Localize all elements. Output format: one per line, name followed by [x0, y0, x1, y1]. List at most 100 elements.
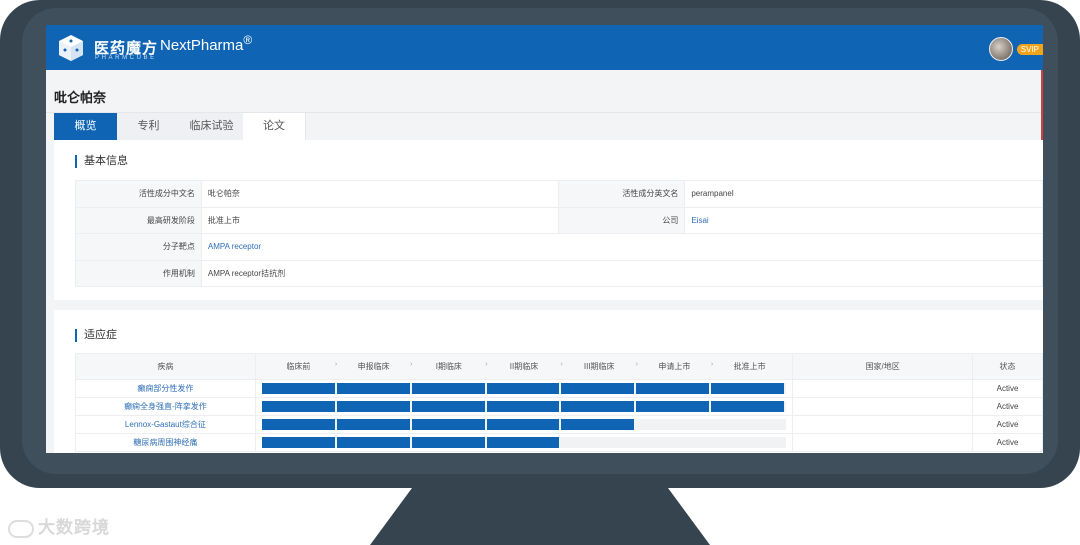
progress-cell [254, 397, 794, 416]
column-header-region: 国家/地区 [792, 353, 974, 380]
table-row: 作用机制 AMPA receptor拮抗剂 [75, 259, 1043, 287]
disease-link[interactable]: 糖尿病周围神经痛 [75, 433, 256, 452]
disease-link[interactable]: 癫痫部分性发作 [75, 379, 256, 398]
basic-info-panel: 基本信息 活性成分中文名 吡仑帕奈 活性成分英文名 perampanel 最高研… [54, 140, 1043, 300]
table-row: 癫痫部分性发作 Active [75, 379, 1043, 398]
stage-label: I期临床 [435, 362, 462, 371]
section-title-indications: 适应症 [75, 329, 117, 342]
progress-segment [336, 401, 410, 412]
column-header-stages: 临床前 › 申报临床 › I期临床 › II期临床 › III期临床 › 申请上市 › 批准… [254, 353, 794, 380]
progress-segment [336, 419, 410, 430]
watermark-logo-icon [8, 519, 34, 538]
table-row: 最高研发阶段 批准上市 公司 Eisai [75, 206, 1043, 234]
section-title-basic-info: 基本信息 [75, 155, 128, 168]
table-row: 癫痫全身强直-阵挛发作 Active [75, 397, 1043, 416]
indications-panel: 适应症 疾病 临床前 › 申报临床 › I期临床 › II期临床 › III期临床 › 申… [54, 310, 1043, 453]
title-row [46, 70, 1043, 113]
svip-badge: SVIP [1016, 44, 1043, 55]
progress-segment [261, 437, 335, 448]
progress-segment [636, 383, 710, 394]
progress-segment [486, 437, 560, 448]
field-label: 分子靶点 [75, 233, 202, 261]
table-row: Lennox-Gastaut综合征 Active [75, 415, 1043, 434]
progress-segment [411, 419, 485, 430]
region-cell [792, 415, 974, 434]
column-header-status: 状态 [972, 353, 1043, 380]
progress-segment [711, 401, 785, 412]
brand-name-en-text: NextPharma [160, 37, 244, 54]
progress-bar [261, 437, 787, 448]
field-value: 批准上市 [200, 206, 560, 234]
indications-table: 疾病 临床前 › 申报临床 › I期临床 › II期临床 › III期临床 › 申请上市 ›… [75, 353, 1043, 452]
watermark: 大数跨境 [8, 513, 110, 538]
status-cell: Active [972, 433, 1043, 452]
user-avatar[interactable] [989, 37, 1013, 61]
stage-label: 申报临床 [357, 362, 390, 371]
stage-label: II期临床 [509, 362, 539, 371]
disease-link[interactable]: Lennox-Gastaut综合征 [75, 415, 256, 434]
field-label: 最高研发阶段 [75, 206, 202, 234]
column-header-disease: 疾病 [75, 353, 256, 380]
progress-segment [711, 383, 785, 394]
progress-segment [261, 401, 335, 412]
page-title: 吡仑帕奈 [54, 90, 107, 105]
field-value: AMPA receptor拮抗剂 [200, 259, 1043, 287]
field-label: 公司 [558, 206, 686, 234]
tab-papers[interactable]: 论文 [243, 113, 306, 140]
status-cell: Active [972, 415, 1043, 434]
brand-subtitle: PHARMCUBE [95, 55, 157, 61]
progress-segment [411, 401, 485, 412]
stage-label: 申请上市 [658, 362, 691, 371]
tab-bar: 概览 专利 临床试验 论文 [54, 113, 306, 140]
monitor-scene: 医药魔方 NextPharma® PHARMCUBE SVIP 吡仑帕奈 概览 … [0, 0, 1080, 545]
progress-cell [254, 415, 794, 434]
progress-segment [561, 419, 635, 430]
table-header-row: 疾病 临床前 › 申报临床 › I期临床 › II期临床 › III期临床 › 申请上市 ›… [75, 353, 1043, 380]
progress-segment [336, 383, 410, 394]
tab-clinical-trials[interactable]: 临床试验 [180, 113, 243, 140]
progress-cell [254, 379, 794, 398]
table-row: 分子靶点 AMPA receptor [75, 233, 1043, 261]
basic-info-table: 活性成分中文名 吡仑帕奈 活性成分英文名 perampanel 最高研发阶段 批… [75, 180, 1043, 287]
top-navbar: 医药魔方 NextPharma® PHARMCUBE SVIP [46, 25, 1043, 70]
app-screen: 医药魔方 NextPharma® PHARMCUBE SVIP 吡仑帕奈 概览 … [46, 25, 1043, 453]
watermark-text: 大数跨境 [38, 518, 110, 537]
field-value: perampanel [684, 180, 1043, 208]
status-cell: Active [972, 379, 1043, 398]
monitor-stand [412, 488, 668, 545]
tab-patents[interactable]: 专利 [117, 113, 180, 140]
progress-segment [486, 383, 560, 394]
stage-headers: 临床前 › 申报临床 › I期临床 › II期临床 › III期临床 › 申请上市 › 批准… [256, 361, 792, 372]
target-link[interactable]: AMPA receptor [200, 233, 1043, 261]
company-link[interactable]: Eisai [684, 206, 1043, 234]
stage-label: 批准上市 [733, 362, 766, 371]
registered-mark: ® [243, 33, 253, 47]
progress-bar [261, 419, 787, 430]
progress-segment [486, 401, 560, 412]
monitor-stand-right [668, 488, 710, 545]
progress-cell [254, 433, 794, 452]
table-row: 活性成分中文名 吡仑帕奈 活性成分英文名 perampanel [75, 180, 1043, 208]
field-label: 活性成分英文名 [558, 180, 686, 208]
progress-bar [261, 401, 787, 412]
region-cell [792, 379, 974, 398]
field-label: 活性成分中文名 [75, 180, 202, 208]
region-cell [792, 433, 974, 452]
stage-label: III期临床 [583, 362, 615, 371]
field-label: 作用机制 [75, 259, 202, 287]
progress-segment [336, 437, 410, 448]
progress-segment [261, 383, 335, 394]
tab-overview[interactable]: 概览 [54, 113, 117, 140]
cube-logo-icon [59, 35, 83, 61]
progress-segment [261, 419, 335, 430]
progress-segment [636, 401, 710, 412]
table-row: 糖尿病周围神经痛 Active [75, 433, 1043, 452]
progress-segment [561, 401, 635, 412]
field-value: 吡仑帕奈 [200, 180, 560, 208]
progress-segment [561, 383, 635, 394]
progress-bar [261, 383, 787, 394]
disease-link[interactable]: 癫痫全身强直-阵挛发作 [75, 397, 256, 416]
stage-label: 临床前 [286, 362, 311, 371]
progress-segment [411, 383, 485, 394]
brand-name-en[interactable]: NextPharma® [160, 33, 252, 54]
